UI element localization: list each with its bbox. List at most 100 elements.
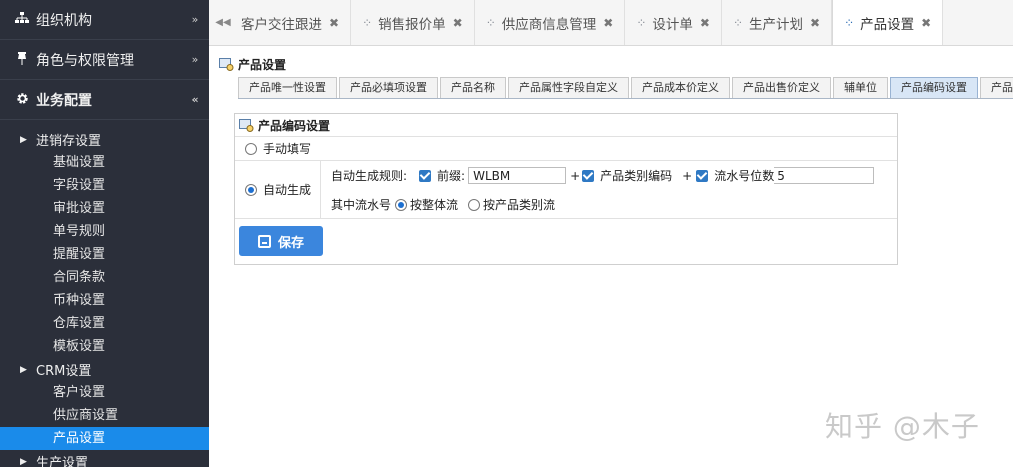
- manual-row: 手动填写: [235, 136, 897, 161]
- rule-line: 自动生成规则: 前缀: + 产品类别编码 + 流水号位数: [331, 161, 897, 190]
- subtab-bar: 产品唯一性设置 产品必填项设置 产品名称 产品属性字段自定义 产品成本价定义 产…: [238, 77, 1013, 99]
- page-title-text: 产品设置: [238, 58, 287, 72]
- chevron-down-icon: »: [191, 53, 199, 66]
- sidebar-group-label: 组织机构: [36, 12, 92, 29]
- tab-customer-followup[interactable]: 客户交往跟进 ✖: [237, 0, 352, 45]
- auto-radio[interactable]: [245, 183, 257, 196]
- grid-dots-icon: ⁘: [485, 15, 496, 30]
- save-row: 保存: [235, 219, 897, 263]
- close-icon[interactable]: ✖: [329, 16, 339, 30]
- tab-label: 客户交往跟进: [241, 16, 322, 33]
- sidebar-item-warehouse[interactable]: 仓库设置: [0, 312, 209, 335]
- tab-label: 销售报价单: [378, 16, 446, 33]
- auto-row: 自动生成 自动生成规则: 前缀: + 产品类别编码 + 流水号位数: [235, 161, 897, 219]
- plus-sign: +: [682, 168, 693, 183]
- tab-label: 设计单: [652, 16, 693, 33]
- close-icon[interactable]: ✖: [810, 16, 820, 30]
- sidebar-group-roles[interactable]: 角色与权限管理 »: [0, 40, 209, 80]
- serial-digits-checkbox[interactable]: [696, 169, 709, 182]
- auto-rule-cell: 自动生成规则: 前缀: + 产品类别编码 + 流水号位数 其中流水号 按整体流: [320, 161, 897, 218]
- serial-by-category-radio[interactable]: [468, 198, 481, 211]
- sidebar-item-product[interactable]: 产品设置: [0, 427, 209, 450]
- page-title: 产品设置: [219, 56, 286, 73]
- sidebar-item-number-rules[interactable]: 单号规则: [0, 220, 209, 243]
- org-icon: [14, 12, 30, 27]
- sidebar-item-supplier[interactable]: 供应商设置: [0, 404, 209, 427]
- manual-radio[interactable]: [245, 142, 257, 155]
- tab-label: 供应商信息管理: [501, 16, 597, 33]
- sidebar-item-templates[interactable]: 模板设置: [0, 335, 209, 358]
- close-icon[interactable]: ✖: [453, 16, 463, 30]
- prefix-checkbox[interactable]: [419, 169, 432, 182]
- close-icon[interactable]: ✖: [603, 16, 613, 30]
- tab-design-order[interactable]: ⁘ 设计单 ✖: [625, 0, 722, 45]
- sidebar-group-org[interactable]: 组织机构 »: [0, 0, 209, 40]
- subtab-product-name[interactable]: 产品名称: [440, 77, 506, 98]
- save-button[interactable]: 保存: [239, 226, 323, 256]
- subtab-uniqueness[interactable]: 产品唯一性设置: [238, 77, 337, 98]
- sidebar-item-customer[interactable]: 客户设置: [0, 381, 209, 404]
- sidebar-sub-label: CRM设置: [36, 364, 92, 379]
- grid-dots-icon: ⁘: [732, 15, 743, 30]
- tab-scroll-left-icon[interactable]: ◀◀: [209, 0, 237, 45]
- serial-digits-label: 流水号位数: [714, 169, 775, 183]
- category-code-checkbox[interactable]: [582, 169, 595, 182]
- serial-by-category-label: 按产品类别流: [483, 198, 556, 212]
- product-code-panel: 产品编码设置 手动填写 自动生成 自动生成规则: 前缀: + 产品类别编码: [234, 113, 898, 265]
- serial-label: 其中流水号: [331, 198, 392, 212]
- tab-product-settings[interactable]: ⁘ 产品设置 ✖: [832, 0, 944, 45]
- category-code-label: 产品类别编码: [600, 169, 673, 183]
- sidebar-sub-label: 进销存设置: [36, 134, 102, 149]
- sidebar-item-fields[interactable]: 字段设置: [0, 174, 209, 197]
- subtab-custom-attributes[interactable]: 产品属性字段自定义: [508, 77, 629, 98]
- auto-cell: 自动生成: [235, 161, 320, 218]
- sidebar-item-contract-terms[interactable]: 合同条款: [0, 266, 209, 289]
- grid-dots-icon: ⁘: [636, 15, 646, 30]
- subtab-product-category[interactable]: 产品类: [980, 77, 1013, 98]
- sidebar-sub-inventory[interactable]: ▶ 进销存设置: [0, 128, 209, 151]
- sidebar-group-label: 角色与权限管理: [36, 52, 134, 69]
- chevron-down-icon: »: [191, 13, 199, 26]
- caret-right-icon: ▶: [20, 134, 27, 145]
- serial-overall-radio[interactable]: [395, 198, 408, 211]
- settings-page-icon: [219, 58, 234, 71]
- pin-icon: [14, 51, 30, 68]
- close-icon[interactable]: ✖: [700, 16, 710, 30]
- subtab-product-code[interactable]: 产品编码设置: [890, 77, 978, 98]
- tab-production-plan[interactable]: ⁘ 生产计划 ✖: [722, 0, 833, 45]
- panel-title: 产品编码设置: [235, 114, 897, 136]
- auto-label: 自动生成: [263, 183, 312, 197]
- subtab-secondary-unit[interactable]: 辅单位: [833, 77, 888, 98]
- subtab-required-fields[interactable]: 产品必填项设置: [339, 77, 438, 98]
- prefix-input[interactable]: [468, 167, 567, 184]
- sidebar: 组织机构 » 角色与权限管理 » 业务配置 « ▶ 进销存设置 基础设置 字段设…: [0, 0, 209, 467]
- sidebar-sub-production[interactable]: ▶ 生产设置: [0, 450, 209, 467]
- panel-title-text: 产品编码设置: [258, 118, 331, 133]
- manual-label: 手动填写: [263, 142, 312, 156]
- prefix-label: 前缀:: [437, 169, 466, 183]
- serial-digits-input[interactable]: [774, 167, 875, 184]
- subtab-sale-price[interactable]: 产品出售价定义: [732, 77, 831, 98]
- save-label: 保存: [277, 235, 304, 251]
- subtab-cost-price[interactable]: 产品成本价定义: [631, 77, 730, 98]
- save-icon: [257, 234, 271, 248]
- sidebar-item-basic[interactable]: 基础设置: [0, 151, 209, 174]
- tab-sales-quote[interactable]: ⁘ 销售报价单 ✖: [351, 0, 475, 45]
- sidebar-item-approval[interactable]: 审批设置: [0, 197, 209, 220]
- tab-supplier-info[interactable]: ⁘ 供应商信息管理 ✖: [475, 0, 626, 45]
- sidebar-item-reminders[interactable]: 提醒设置: [0, 243, 209, 266]
- chevron-up-icon: «: [191, 93, 199, 106]
- sidebar-group-business-config[interactable]: 业务配置 «: [0, 80, 209, 120]
- sidebar-sub-crm[interactable]: ▶ CRM设置: [0, 358, 209, 381]
- sidebar-item-currency[interactable]: 币种设置: [0, 289, 209, 312]
- sidebar-sub-label: 生产设置: [36, 456, 89, 467]
- rule-label: 自动生成规则:: [331, 169, 408, 183]
- tab-label: 产品设置: [860, 17, 915, 33]
- caret-right-icon: ▶: [20, 364, 27, 375]
- grid-dots-icon: ⁘: [844, 16, 854, 30]
- watermark: 知乎 @木子: [825, 410, 980, 443]
- close-icon[interactable]: ✖: [921, 16, 931, 30]
- caret-right-icon: ▶: [20, 456, 27, 467]
- main-content: 产品设置 产品唯一性设置 产品必填项设置 产品名称 产品属性字段自定义 产品成本…: [209, 46, 1013, 467]
- serial-line: 其中流水号 按整体流 按产品类别流: [331, 190, 897, 219]
